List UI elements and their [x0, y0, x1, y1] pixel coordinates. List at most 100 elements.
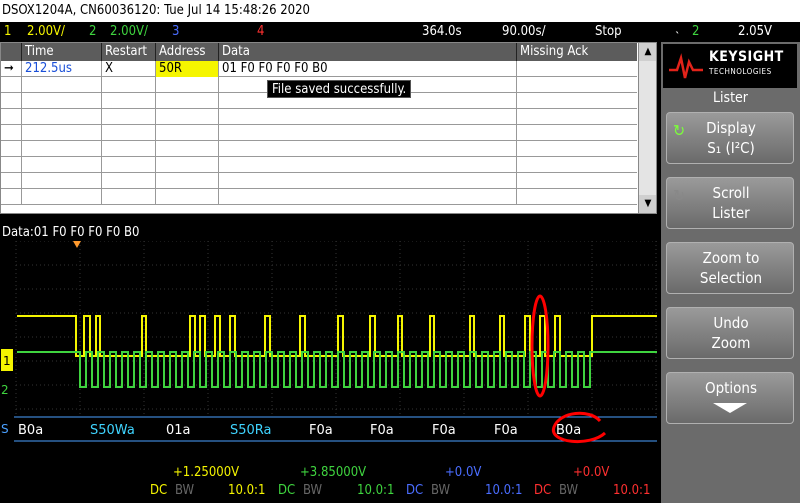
table-row-empty[interactable]: [1, 109, 637, 125]
table-cell: [1, 77, 22, 93]
table-cell: [1, 109, 22, 125]
scroll-up-icon[interactable]: ▲: [639, 43, 656, 61]
table-cell: [156, 157, 219, 173]
table-cell: [22, 93, 102, 109]
ch1-probe: 10.0:1: [228, 483, 266, 498]
cell-missing-ack: [517, 61, 637, 77]
table-cell: [102, 189, 156, 205]
ch2-marker-label[interactable]: 2: [1, 383, 9, 397]
lister-header: Time Restart Address Data Missing Ack: [1, 43, 637, 61]
header-data[interactable]: Data: [219, 43, 517, 61]
table-cell: [1, 189, 22, 205]
ch1-scale[interactable]: 2.00V/: [27, 22, 65, 41]
ch2-probe: 10.0:1: [357, 483, 395, 498]
ch4-bw-limit: BW: [559, 483, 579, 498]
table-row-empty[interactable]: [1, 125, 637, 141]
chevron-down-icon: [713, 403, 747, 413]
header-restart[interactable]: Restart: [102, 43, 156, 61]
time-per-div[interactable]: 90.00s/: [502, 22, 546, 41]
table-cell: [219, 125, 517, 141]
scroll-lister-button[interactable]: ↻ Scroll Lister: [666, 177, 794, 229]
table-cell: [1, 141, 22, 157]
table-cell: [22, 77, 102, 93]
table-cell: [22, 173, 102, 189]
decode-packet-label: B0a: [18, 423, 43, 438]
decode-packet-label: F0a: [370, 423, 394, 438]
table-row-empty[interactable]: [1, 189, 637, 205]
table-row-empty[interactable]: [1, 141, 637, 157]
cell-data: 01 F0 F0 F0 F0 B0: [219, 61, 517, 77]
keysight-logo: KEYSIGHT TECHNOLOGIES: [663, 44, 797, 88]
scroll-down-icon[interactable]: ▼: [639, 195, 656, 213]
table-row[interactable]: ➞ 212.5us X 50R 01 F0 F0 F0 F0 B0: [1, 61, 637, 77]
zoom-to-selection-button[interactable]: Zoom to Selection: [666, 242, 794, 294]
decode-packet-label: F0a: [309, 423, 333, 438]
ch1-marker-label: 1: [3, 354, 11, 368]
brand-sub: TECHNOLOGIES: [709, 67, 772, 76]
table-cell: [219, 157, 517, 173]
menu-title: Lister: [713, 90, 748, 106]
undo-zoom-button[interactable]: Undo Zoom: [666, 307, 794, 359]
run-state[interactable]: Stop: [595, 22, 622, 41]
table-cell: [156, 77, 219, 93]
softkey-sublabel: Zoom: [711, 334, 751, 352]
options-button[interactable]: Options: [666, 372, 794, 424]
decoded-data-line: Data:01 F0 F0 F0 F0 B0: [2, 225, 140, 240]
table-cell: [156, 93, 219, 109]
table-cell: [517, 141, 637, 157]
table-cell: [102, 173, 156, 189]
table-row-empty[interactable]: [1, 157, 637, 173]
lister-scrollbar[interactable]: ▲ ▼: [638, 43, 656, 213]
keysight-wave-icon: [669, 53, 703, 79]
table-cell: [102, 157, 156, 173]
lister-table[interactable]: Time Restart Address Data Missing Ack ➞ …: [0, 42, 657, 214]
channel-settings-bar: +1.25000V +3.85000V +0.0V +0.0V DC BW 10…: [0, 460, 657, 503]
ch4-coupling: DC: [534, 483, 552, 498]
table-cell: [1, 157, 22, 173]
ch1-number[interactable]: 1: [4, 22, 11, 41]
table-cell: [22, 141, 102, 157]
table-cell: [102, 125, 156, 141]
ch3-number[interactable]: 3: [172, 22, 179, 41]
header-address[interactable]: Address: [156, 43, 219, 61]
ch1-offset[interactable]: +1.25000V: [173, 465, 239, 480]
ch2-number[interactable]: 2: [89, 22, 96, 41]
trigger-channel[interactable]: 2: [692, 22, 699, 41]
table-cell: [219, 173, 517, 189]
ch3-offset[interactable]: +0.0V: [445, 465, 481, 480]
table-cell: [517, 157, 637, 173]
softkey-label: Display: [706, 119, 756, 137]
ch4-offset[interactable]: +0.0V: [573, 465, 609, 480]
display-serial-button[interactable]: ↻ Display S₁ (I²C): [666, 112, 794, 164]
table-row-empty[interactable]: [1, 173, 637, 189]
trigger-level[interactable]: 2.05V: [738, 22, 772, 41]
softkey-label: Options: [704, 379, 758, 397]
ch4-probe: 10.0:1: [613, 483, 651, 498]
softkey-sublabel: Selection: [699, 269, 763, 287]
table-cell: [1, 173, 22, 189]
ch3-coupling: DC: [406, 483, 424, 498]
decode-packet-label: 01a: [166, 423, 191, 438]
header-missing-ack[interactable]: Missing Ack: [517, 43, 637, 61]
ch2-offset[interactable]: +3.85000V: [300, 465, 366, 480]
row-pointer-icon: ➞: [1, 61, 22, 77]
ch3-probe: 10.0:1: [485, 483, 523, 498]
table-cell: [22, 125, 102, 141]
decode-packet-label: S50Wa: [90, 423, 135, 438]
header-time[interactable]: Time: [22, 43, 102, 61]
save-status-tooltip: File saved successfully.: [267, 80, 412, 98]
waveform-display[interactable]: 1 2 S B0a S50Wa 01a S50Ra F0a F0a F0a F0a B0a: [0, 241, 657, 445]
ch2-scale[interactable]: 2.00V/: [110, 22, 148, 41]
decode-packet-label: S50Ra: [230, 423, 272, 438]
window-title: DSOX1204A, CN60036120: Tue Jul 14 15:48:…: [0, 0, 800, 22]
ch1-bw-limit: BW: [175, 483, 195, 498]
decode-packet-label: F0a: [494, 423, 518, 438]
ch2-bw-limit: BW: [303, 483, 323, 498]
softkey-sublabel: Lister: [712, 204, 750, 222]
timebase-delay[interactable]: 364.0s: [422, 22, 462, 41]
serial-bus-marker[interactable]: S: [1, 422, 9, 436]
ch1-coupling: DC: [150, 483, 168, 498]
ch4-number[interactable]: 4: [257, 22, 264, 41]
table-cell: [517, 173, 637, 189]
trigger-icon: ˴: [675, 24, 680, 39]
